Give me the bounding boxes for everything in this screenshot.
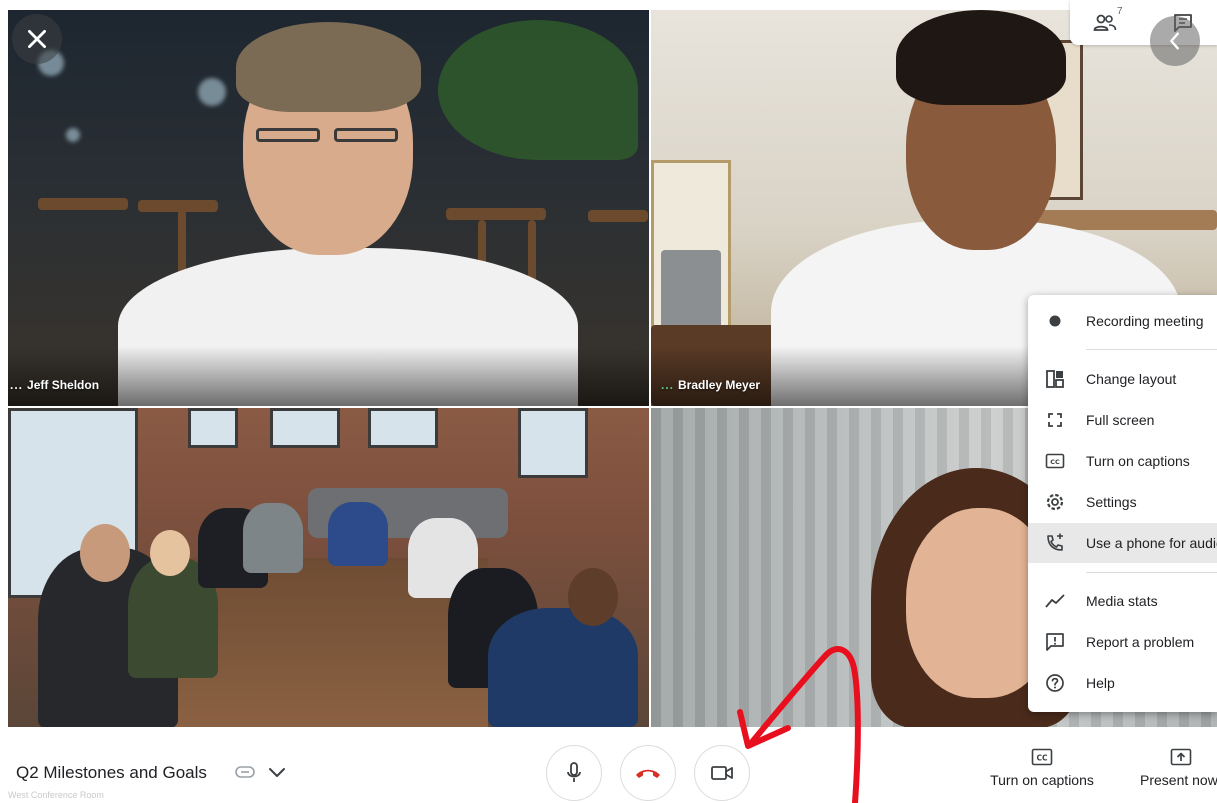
menu-item-label: Full screen	[1086, 412, 1155, 428]
menu-item-change-layout[interactable]: Change layout	[1028, 359, 1217, 399]
menu-item-label: Report a problem	[1086, 634, 1195, 650]
layout-icon	[1044, 368, 1066, 390]
attendee	[328, 502, 388, 566]
attendee	[243, 503, 303, 573]
menu-item-label: Turn on captions	[1086, 453, 1190, 469]
people-count: 7	[1117, 6, 1123, 17]
microphone-button[interactable]	[546, 745, 602, 801]
more-options-menu: Recording meeting Change layout Full scr…	[1028, 295, 1217, 712]
background-window	[518, 408, 588, 478]
turn-on-captions-button[interactable]: CC Turn on captions	[982, 748, 1102, 788]
phone-audio-icon	[1044, 532, 1066, 554]
name-shade	[8, 346, 649, 406]
menu-divider	[1086, 349, 1217, 350]
record-dot-icon	[1044, 310, 1066, 332]
help-icon	[1044, 672, 1066, 694]
captions-icon: CC	[1031, 748, 1053, 766]
meeting-details-chevron[interactable]	[266, 762, 288, 784]
menu-item-full-screen[interactable]: Full screen	[1028, 400, 1217, 440]
participant-name: Bradley Meyer	[678, 378, 761, 392]
attendee-head	[568, 568, 618, 626]
captions-button-label: Turn on captions	[990, 772, 1094, 788]
background-window	[188, 408, 238, 448]
gear-icon	[1044, 491, 1066, 513]
menu-item-label: Recording meeting	[1086, 313, 1204, 329]
background-window	[368, 408, 438, 448]
menu-item-phone-audio[interactable]: Use a phone for audio	[1028, 523, 1217, 563]
menu-item-captions[interactable]: CC Turn on captions	[1028, 441, 1217, 481]
menu-item-media-stats[interactable]: Media stats	[1028, 581, 1217, 621]
microphone-icon	[567, 762, 581, 782]
background-window	[270, 408, 340, 448]
svg-text:CC: CC	[1036, 754, 1048, 763]
video-tile-jeff[interactable]: ... Jeff Sheldon	[8, 10, 649, 406]
attendee	[488, 608, 638, 727]
hang-up-icon	[636, 769, 660, 778]
background-stool	[588, 210, 648, 222]
audio-indicator: ...	[10, 378, 24, 392]
video-tile-conference-room[interactable]	[8, 408, 649, 727]
svg-text:CC: CC	[1050, 458, 1060, 466]
menu-item-label: Media stats	[1086, 593, 1158, 609]
present-screen-icon	[1170, 748, 1192, 766]
attendee-head	[80, 524, 130, 582]
close-button[interactable]	[12, 14, 62, 64]
camera-icon	[711, 766, 733, 780]
menu-item-label: Settings	[1086, 494, 1137, 510]
meeting-title[interactable]: Q2 Milestones and Goals	[16, 763, 207, 783]
attendee-head	[150, 530, 190, 576]
menu-item-label: Help	[1086, 675, 1115, 691]
attachment-icon[interactable]	[235, 764, 255, 780]
chevron-left-icon	[1170, 32, 1179, 50]
menu-item-label: Use a phone for audio	[1086, 535, 1217, 551]
stats-icon	[1044, 590, 1066, 612]
report-icon	[1044, 631, 1066, 653]
background-bin	[661, 250, 721, 330]
captions-icon: CC	[1044, 450, 1066, 472]
menu-item-settings[interactable]: Settings	[1028, 482, 1217, 522]
participant-name-tag: ... Jeff Sheldon	[10, 378, 99, 392]
present-now-button[interactable]: Present now	[1140, 748, 1217, 788]
close-icon	[28, 30, 46, 48]
collapse-panel-button[interactable]	[1150, 16, 1200, 66]
participant-name-tag: ... Bradley Meyer	[661, 378, 760, 392]
end-call-button[interactable]	[620, 745, 676, 801]
menu-divider	[1086, 572, 1217, 573]
menu-item-recording[interactable]: Recording meeting	[1028, 301, 1217, 341]
menu-item-report-problem[interactable]: Report a problem	[1028, 622, 1217, 662]
camera-button[interactable]	[694, 745, 750, 801]
background-light	[66, 128, 80, 142]
participant-name: Jeff Sheldon	[27, 378, 100, 392]
people-icon	[1093, 14, 1117, 31]
meeting-stage: ... Jeff Sheldon ... Bradley Meyer 7 Rec…	[0, 0, 1217, 803]
room-label: West Conference Room	[8, 790, 104, 800]
fullscreen-icon	[1044, 409, 1066, 431]
chevron-down-icon	[269, 768, 285, 777]
audio-indicator: ...	[661, 378, 675, 392]
menu-item-label: Change layout	[1086, 371, 1177, 387]
present-button-label: Present now	[1140, 772, 1217, 788]
people-button[interactable]	[1090, 8, 1120, 38]
menu-item-help[interactable]: Help	[1028, 663, 1217, 703]
